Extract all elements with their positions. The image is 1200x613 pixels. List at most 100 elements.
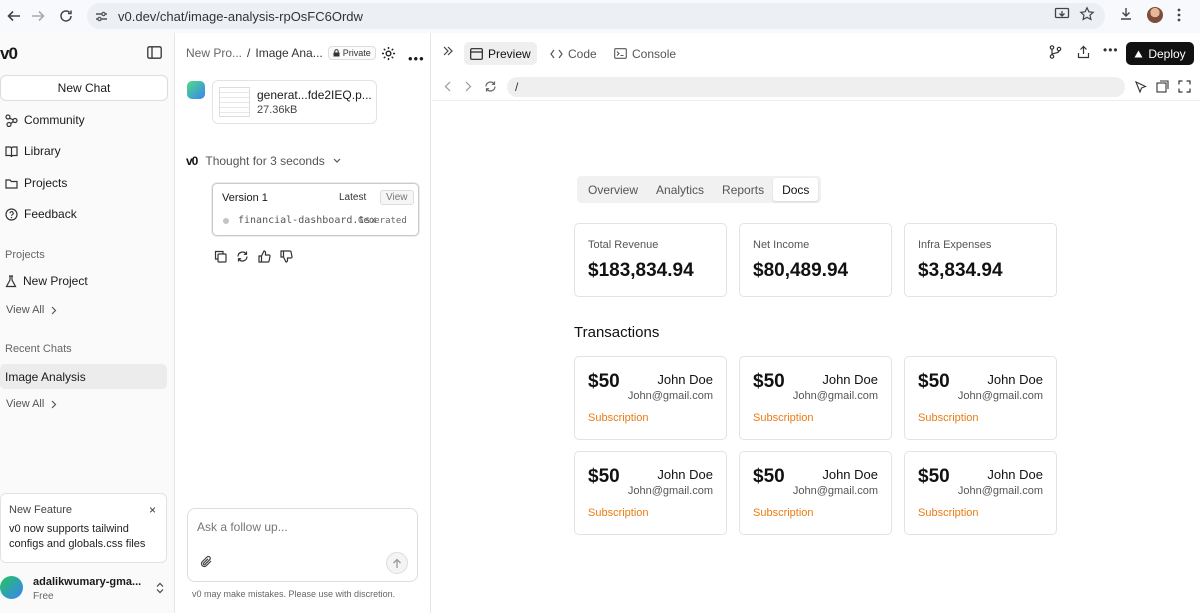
- transaction-amount: $50: [753, 466, 785, 487]
- close-icon[interactable]: ×: [149, 503, 156, 517]
- transaction-email: John@gmail.com: [792, 390, 878, 402]
- gear-icon[interactable]: [381, 46, 396, 61]
- tab-console[interactable]: Console: [608, 42, 682, 65]
- refresh-icon[interactable]: [484, 80, 497, 93]
- sidebar-toggle-icon[interactable]: [147, 46, 162, 59]
- address-bar[interactable]: v0.dev/chat/image-analysis-rpOsFC6Ordw: [87, 3, 1105, 29]
- star-icon[interactable]: [1079, 6, 1095, 22]
- git-branch-icon[interactable]: [1049, 45, 1062, 59]
- tab-preview[interactable]: Preview: [464, 42, 537, 65]
- book-icon: [5, 145, 18, 158]
- version-status: Generated: [358, 216, 407, 226]
- tab-label: Preview: [488, 46, 531, 61]
- preview-path-input[interactable]: /: [507, 77, 1125, 97]
- cursor-select-icon[interactable]: [1134, 80, 1147, 93]
- new-window-icon[interactable]: [1156, 80, 1169, 93]
- share-icon[interactable]: [1077, 45, 1090, 59]
- attachment-size: 27.36kB: [257, 104, 298, 116]
- recent-chat-item[interactable]: Image Analysis: [0, 364, 167, 389]
- transaction-name: John Doe: [822, 372, 878, 387]
- stat-value: $183,834.94: [588, 260, 694, 281]
- forward-icon[interactable]: [465, 81, 472, 92]
- transaction-card: $50 John Doe John@gmail.com Subscription: [739, 451, 892, 535]
- regenerate-icon[interactable]: [236, 250, 249, 263]
- private-badge[interactable]: Private: [327, 46, 376, 60]
- sidebar-item-label: Community: [24, 113, 85, 127]
- image-thumbnail: [219, 87, 250, 117]
- transaction-type: Subscription: [588, 412, 649, 424]
- site-settings-icon[interactable]: [95, 10, 108, 23]
- tab-docs[interactable]: Docs: [773, 178, 819, 201]
- transaction-name: John Doe: [987, 467, 1043, 482]
- sidebar-item-feedback[interactable]: Feedback: [5, 207, 77, 221]
- new-project-label: New Project: [23, 274, 88, 288]
- url-text: v0.dev/chat/image-analysis-rpOsFC6Ordw: [118, 8, 363, 24]
- breadcrumb: New Pro... / Image Ana... Private: [186, 46, 376, 60]
- collapse-chat-icon[interactable]: [443, 46, 453, 56]
- chevron-right-icon: [51, 306, 57, 315]
- reload-icon[interactable]: [52, 2, 80, 30]
- new-chat-button[interactable]: New Chat: [0, 75, 168, 101]
- transaction-card: $50 John Doe John@gmail.com Subscription: [904, 451, 1057, 535]
- browser-menu-icon[interactable]: [1177, 8, 1181, 22]
- attachment-card[interactable]: generat...fde2IEQ.p... 27.36kB: [212, 80, 377, 124]
- send-button[interactable]: [386, 552, 408, 574]
- sidebar-item-label: Projects: [24, 176, 68, 190]
- breadcrumb-project[interactable]: New Pro...: [186, 46, 242, 60]
- new-project-item[interactable]: New Project: [5, 274, 88, 288]
- view-button[interactable]: View: [380, 190, 414, 205]
- tab-code[interactable]: Code: [544, 42, 603, 65]
- transaction-type: Subscription: [588, 507, 649, 519]
- chat-pane: New Pro... / Image Ana... Private ••• ge…: [176, 33, 431, 613]
- more-options-icon[interactable]: •••: [408, 51, 425, 66]
- sidebar-item-library[interactable]: Library: [5, 144, 61, 158]
- triangle-icon: [1134, 50, 1143, 58]
- dashboard-tabs: Overview Analytics Reports Docs: [577, 176, 821, 203]
- breadcrumb-chat[interactable]: Image Ana...: [255, 46, 322, 60]
- deploy-button[interactable]: Deploy: [1126, 42, 1194, 65]
- sidebar-item-community[interactable]: Community: [5, 113, 85, 127]
- tab-reports[interactable]: Reports: [713, 178, 773, 201]
- stat-card-total-revenue: Total Revenue $183,834.94: [574, 223, 727, 297]
- tab-analytics[interactable]: Analytics: [647, 178, 713, 201]
- paperclip-icon[interactable]: [200, 555, 213, 568]
- transaction-name: John Doe: [987, 372, 1043, 387]
- composer-input[interactable]: Ask a follow up...: [197, 520, 288, 534]
- view-all-chats-link[interactable]: View All: [6, 398, 57, 410]
- sidebar-item-projects[interactable]: Projects: [5, 176, 67, 190]
- thumbs-down-icon[interactable]: [280, 250, 293, 263]
- folder-icon: [5, 177, 18, 190]
- transaction-type: Subscription: [918, 507, 979, 519]
- stat-label: Total Revenue: [588, 239, 659, 251]
- view-all-projects-link[interactable]: View All: [6, 304, 57, 316]
- transaction-card: $50 John Doe John@gmail.com Subscription: [574, 356, 727, 440]
- fullscreen-icon[interactable]: [1178, 80, 1191, 93]
- more-options-icon[interactable]: •••: [1103, 43, 1119, 57]
- transaction-type: Subscription: [753, 507, 814, 519]
- profile-avatar[interactable]: [1147, 7, 1163, 23]
- version-card[interactable]: Version 1 Latest View financial-dashboar…: [212, 183, 419, 236]
- user-menu[interactable]: adalikwumary-gma... Free: [0, 571, 175, 611]
- transaction-card: $50 John Doe John@gmail.com Subscription: [739, 356, 892, 440]
- transaction-email: John@gmail.com: [792, 485, 878, 497]
- copy-icon[interactable]: [214, 250, 227, 263]
- thought-toggle[interactable]: v0 Thought for 3 seconds: [186, 154, 341, 168]
- preview-address-bar: /: [432, 74, 1200, 101]
- back-icon[interactable]: [444, 81, 451, 92]
- download-icon[interactable]: [1118, 6, 1134, 22]
- transaction-card: $50 John Doe John@gmail.com Subscription: [904, 356, 1057, 440]
- transaction-email: John@gmail.com: [627, 485, 713, 497]
- install-app-icon[interactable]: [1054, 6, 1070, 22]
- tab-overview[interactable]: Overview: [579, 178, 647, 201]
- v0-logo[interactable]: v0: [0, 44, 18, 64]
- transaction-email: John@gmail.com: [957, 390, 1043, 402]
- sidebar-item-label: Library: [24, 144, 61, 158]
- version-file: financial-dashboard.tsx: [238, 215, 377, 226]
- status-dot: [223, 218, 229, 224]
- thumbs-up-icon[interactable]: [258, 250, 271, 263]
- v0-avatar: [187, 81, 205, 99]
- version-latest-tag: Latest: [339, 192, 367, 203]
- forward-icon[interactable]: [24, 2, 52, 30]
- composer[interactable]: Ask a follow up...: [187, 508, 418, 582]
- projects-heading: Projects: [5, 249, 45, 261]
